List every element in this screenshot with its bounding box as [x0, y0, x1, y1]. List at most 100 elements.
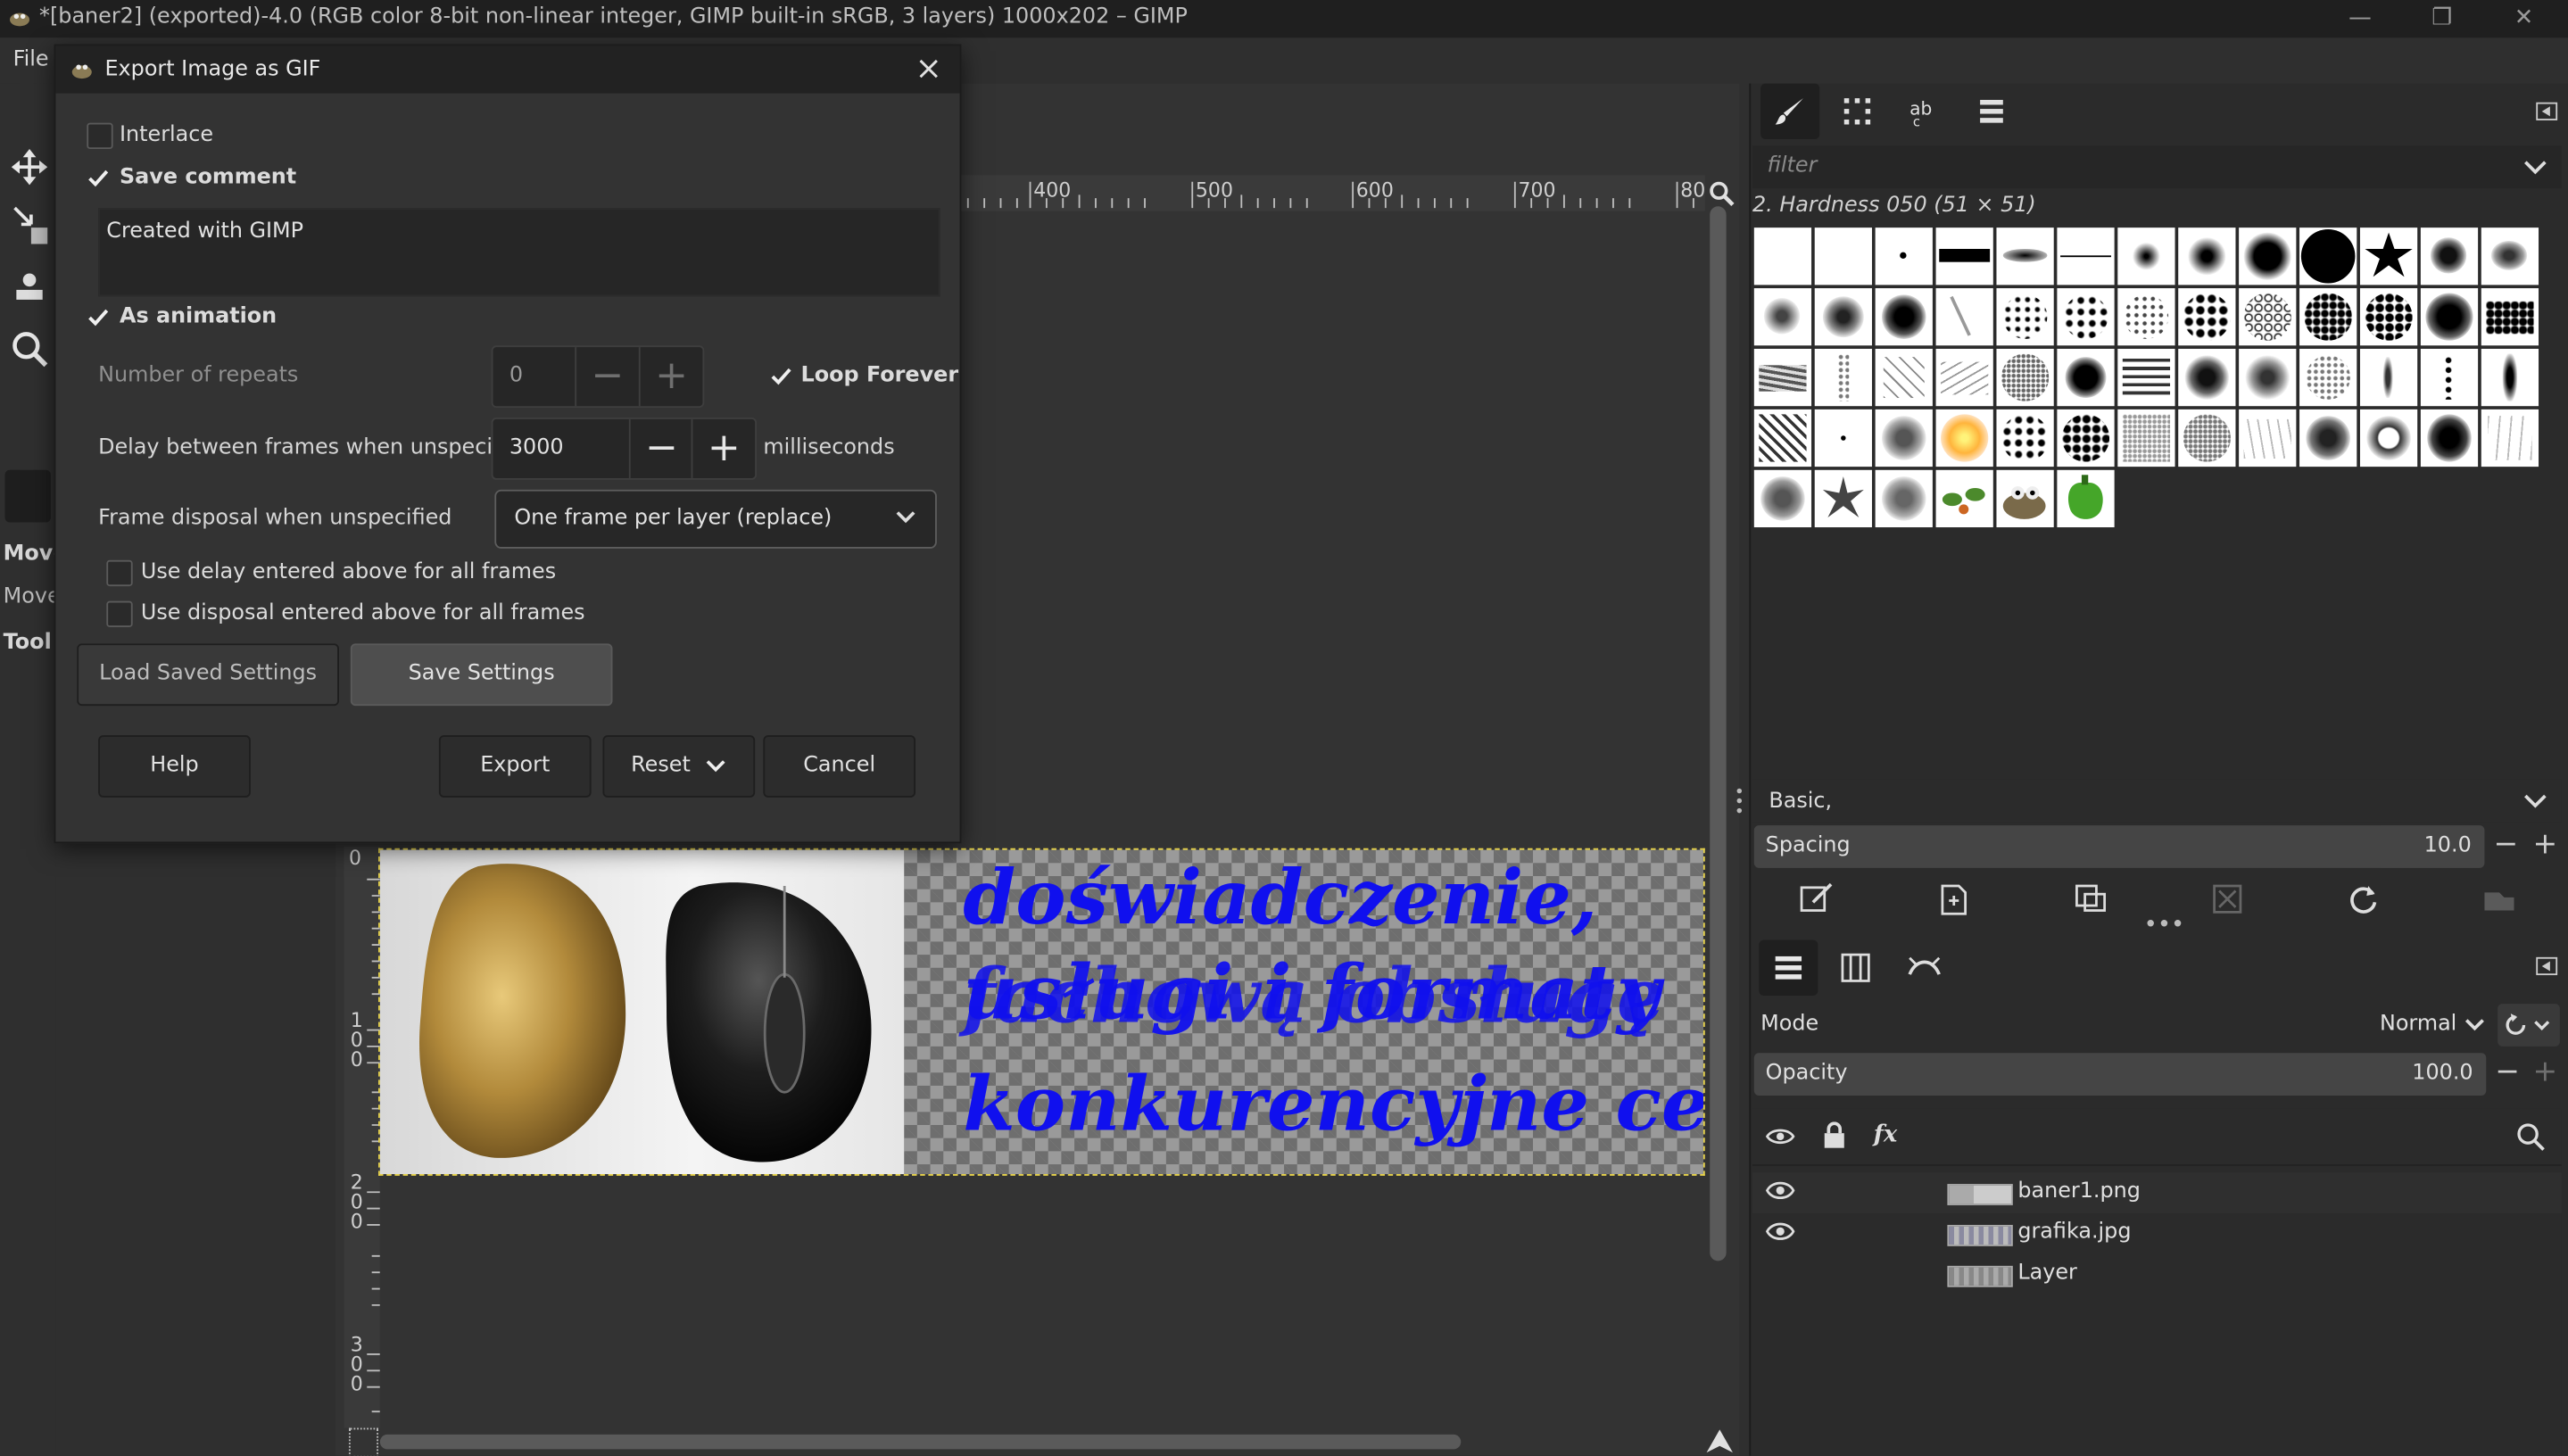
use-disposal-checkbox[interactable]	[106, 600, 133, 627]
channels-tab[interactable]	[1827, 940, 1885, 996]
comment-textarea[interactable]: Created with GIMP	[98, 208, 940, 297]
use-delay-checkbox[interactable]	[106, 559, 133, 587]
brush-swatch[interactable]	[1814, 469, 1872, 528]
brush-swatch[interactable]	[2481, 228, 2539, 285]
brush-swatch[interactable]	[2178, 409, 2236, 467]
repeats-decrease-button[interactable]: −	[575, 347, 639, 407]
load-saved-settings-button[interactable]: Load Saved Settings	[77, 643, 339, 707]
minimize-button[interactable]: —	[2323, 0, 2398, 37]
brush-swatch[interactable]	[2359, 409, 2418, 467]
save-comment-checkbox[interactable]	[85, 165, 111, 191]
chevron-down-icon[interactable]	[2522, 157, 2548, 177]
brush-swatch[interactable]	[1935, 469, 1993, 528]
spacing-increase-button[interactable]: +	[2527, 825, 2563, 868]
brush-swatch[interactable]	[2239, 228, 2297, 285]
refresh-brushes-icon[interactable]	[2344, 881, 2383, 916]
brush-swatch[interactable]	[1996, 469, 2054, 528]
loop-forever-checkbox[interactable]	[768, 363, 794, 389]
paths-tab[interactable]	[1895, 940, 1954, 996]
brush-swatch[interactable]	[2299, 348, 2357, 407]
lock-icon[interactable]	[1821, 1121, 1847, 1149]
brush-swatch[interactable]	[2420, 228, 2479, 285]
tool-options-tab[interactable]	[4, 469, 51, 523]
brush-swatch[interactable]	[2239, 409, 2297, 467]
disposal-dropdown[interactable]: One frame per layer (replace)	[494, 489, 937, 549]
document-history-tab[interactable]	[1962, 84, 2021, 139]
brush-swatch[interactable]	[1814, 348, 1872, 407]
move-tool-icon[interactable]	[8, 145, 51, 188]
repeats-spinner[interactable]: 0 − +	[491, 345, 705, 409]
image-canvas[interactable]: doświadczenie, usługi i formaty fachową …	[378, 848, 1705, 1176]
brush-swatch[interactable]	[2420, 409, 2479, 467]
brush-swatch[interactable]	[1814, 409, 1872, 467]
brush-filter-input[interactable]: filter	[1752, 145, 2562, 189]
brush-swatch[interactable]	[1753, 228, 1812, 285]
restore-button[interactable]: ❐	[2405, 0, 2480, 37]
interlace-checkbox[interactable]	[87, 122, 113, 150]
brush-swatch[interactable]	[1753, 288, 1812, 346]
edit-brush-icon[interactable]	[1798, 881, 1837, 916]
export-button[interactable]: Export	[438, 735, 592, 798]
opacity-slider[interactable]: Opacity 100.0	[1753, 1053, 2487, 1096]
delay-spinner[interactable]: 3000 − +	[491, 418, 758, 480]
spacing-decrease-button[interactable]: −	[2488, 825, 2523, 868]
brush-swatch[interactable]	[2178, 348, 2236, 407]
brush-swatch[interactable]	[2057, 348, 2115, 407]
delay-increase-button[interactable]: +	[691, 418, 756, 478]
mode-dropdown[interactable]: Normal	[2368, 1004, 2492, 1046]
repeats-increase-button[interactable]: +	[638, 347, 703, 407]
brush-swatch[interactable]	[1875, 409, 1933, 467]
brush-swatch[interactable]	[2299, 288, 2357, 346]
layers-tab[interactable]	[1759, 939, 1818, 996]
brush-swatch[interactable]	[2420, 348, 2479, 407]
navigate-icon[interactable]	[1703, 1428, 1736, 1454]
duplicate-brush-icon[interactable]	[2072, 881, 2111, 916]
brush-swatch[interactable]	[1753, 469, 1812, 528]
search-icon[interactable]	[2515, 1121, 2545, 1151]
brush-swatch[interactable]	[2057, 469, 2115, 528]
dock-menu-icon[interactable]	[2535, 100, 2558, 123]
vertical-scrollbar[interactable]	[1710, 206, 1727, 1262]
brush-swatch[interactable]	[2057, 228, 2115, 285]
brush-swatch[interactable]	[1996, 228, 2054, 285]
brush-swatch[interactable]	[1935, 228, 1993, 285]
reset-button[interactable]: Reset	[602, 735, 756, 798]
brush-swatch[interactable]	[1875, 288, 1933, 346]
open-brush-as-image-icon[interactable]	[2480, 881, 2519, 916]
brush-swatch[interactable]	[2481, 348, 2539, 407]
brush-swatch[interactable]	[1935, 348, 1993, 407]
dock-separator-handle[interactable]: •••	[2144, 912, 2184, 938]
help-button[interactable]: Help	[98, 735, 251, 798]
brush-swatch[interactable]	[1753, 348, 1812, 407]
visibility-header-icon[interactable]	[1765, 1127, 1795, 1146]
brush-swatch[interactable]	[2299, 228, 2357, 285]
layers-dock-menu-icon[interactable]	[2535, 955, 2558, 978]
as-animation-checkbox[interactable]	[85, 304, 111, 330]
brush-swatch[interactable]	[2359, 288, 2418, 346]
brush-swatch[interactable]	[2481, 409, 2539, 467]
delay-decrease-button[interactable]: −	[628, 418, 693, 478]
dock-resize-handle-icon[interactable]	[1733, 786, 1746, 815]
spacing-slider[interactable]: Spacing 10.0	[1753, 825, 2485, 868]
brushes-tab[interactable]	[1760, 83, 1820, 140]
cancel-button[interactable]: Cancel	[763, 735, 916, 798]
visibility-eye-icon[interactable]	[1765, 1179, 1795, 1203]
brush-preset-dropdown[interactable]: Basic,	[1752, 779, 2562, 823]
brush-swatch[interactable]	[1935, 288, 1993, 346]
layer-row[interactable]: baner1.png	[1752, 1172, 2562, 1214]
brush-swatch[interactable]	[2481, 288, 2539, 346]
save-settings-button[interactable]: Save Settings	[350, 643, 613, 707]
brush-swatch[interactable]	[1996, 348, 2054, 407]
brush-swatch[interactable]	[1753, 409, 1812, 467]
brush-swatch[interactable]	[2178, 228, 2236, 285]
horizontal-scrollbar[interactable]	[379, 1434, 1462, 1450]
new-brush-icon[interactable]	[1934, 881, 1974, 916]
brush-swatch[interactable]	[2057, 288, 2115, 346]
zoom-tool-icon[interactable]	[10, 329, 49, 368]
brush-swatch[interactable]	[2117, 228, 2175, 285]
brush-swatch[interactable]	[2178, 288, 2236, 346]
brush-swatch[interactable]	[1875, 469, 1933, 528]
opacity-decrease-button[interactable]: −	[2489, 1053, 2525, 1096]
close-window-button[interactable]: ✕	[2486, 0, 2561, 37]
brush-swatch[interactable]	[1814, 228, 1872, 285]
